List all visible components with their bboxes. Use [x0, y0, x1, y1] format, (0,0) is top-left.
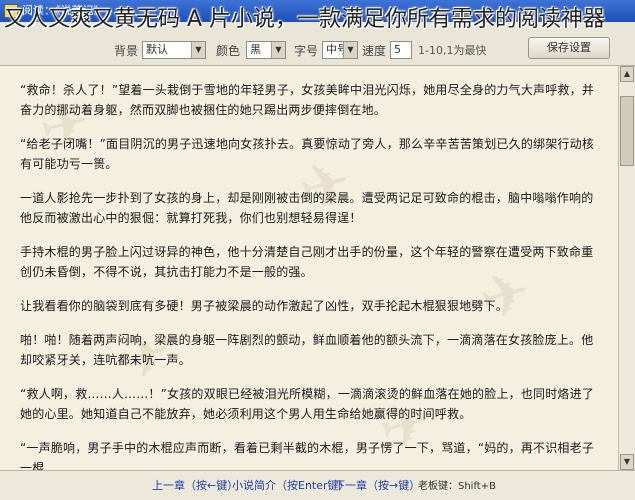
save-settings-button[interactable]: 保存设置 — [528, 37, 610, 59]
reading-area[interactable]: ✈ ✈ ✈ ✈ ✈ “救命！杀人了！”望着一头栽倒于雪地的年轻男子，女孩美眸中泪… — [0, 66, 618, 470]
background-select[interactable]: 默认 ▼ — [142, 41, 206, 59]
next-chapter-link[interactable]: 下一章（按→键） — [334, 477, 420, 493]
prev-chapter-link[interactable]: 上一章（按←键） — [152, 477, 238, 493]
status-bar: 上一章（按←键） 小说简介（按Enter键） 下一章（按→键） 老板键：Shif… — [0, 470, 635, 500]
color-label: 颜色 — [216, 44, 241, 58]
triangle-up-icon[interactable]: ▲ — [620, 66, 634, 82]
scroll-thumb[interactable] — [620, 96, 634, 166]
toc-link[interactable]: 小说简介（按Enter键） — [232, 477, 350, 493]
color-select[interactable]: 黑 ▼ — [246, 41, 286, 59]
color-value: 黑 — [250, 43, 261, 56]
triangle-down-icon[interactable]: ▼ — [620, 454, 634, 470]
paragraph: “给老子闭嘴！”面目阴沉的男子迅速地向女孩扑去。真要惊动了旁人，那么辛辛苦苦策划… — [20, 137, 595, 171]
speed-input[interactable]: 5 — [390, 41, 412, 59]
paragraph: 手持木棍的男子脸上闪过讶异的神色，他十分清楚自己刚才出手的份量，这个年轻的警察在… — [20, 245, 594, 279]
speed-hint: 1-10,1为最快 — [418, 44, 487, 57]
speed-value: 5 — [394, 43, 401, 56]
paragraph: 啪！啪！随着两声闷响，梁晨的身躯一阵剧烈的颤动，鲜血顺着他的额头流下，一滴滴落在… — [20, 333, 594, 367]
paragraph: 让我看看你的脑袋到底有多硬！男子被梁晨的动作激起了凶性，双手抡起木棍狠狠地劈下。 — [20, 299, 509, 313]
paragraph: 一道人影抢先一步扑到了女孩的身上，却是刚刚被击倒的梁晨。遭受两记足可致命的棍击，… — [20, 191, 594, 225]
chevron-down-icon[interactable]: ▼ — [191, 42, 205, 58]
boss-key-hint: 老板键：Shift+B — [418, 481, 496, 492]
chevron-down-icon[interactable]: ▼ — [343, 42, 357, 58]
paragraph: “救命！杀人了！”望着一头栽倒于雪地的年轻男子，女孩美眸中泪光闪烁，她用尽全身的… — [20, 83, 595, 117]
background-label: 背景 — [114, 44, 139, 58]
paragraph: “一声脆响，男子手中的木棍应声而断，看着已剩半截的木棍，男子愣了一下，骂道，“妈… — [20, 441, 595, 470]
vertical-scrollbar[interactable]: ▲ ▼ — [618, 66, 635, 470]
font-size-select[interactable]: 中号 ▼ — [322, 41, 358, 59]
speed-label: 速度 — [362, 44, 387, 58]
chevron-down-icon[interactable]: ▼ — [271, 42, 285, 58]
page-title: 又人又爽又黄无码 A 片小说，一款满足你所有需求的阅读神器 — [4, 7, 606, 32]
paragraph: “救人啊，救……人……！”女孩的双眼已经被泪光所模糊，一滴滴滚烫的鲜血落在她的脸… — [20, 387, 595, 421]
font-size-label: 字号 — [294, 44, 319, 58]
background-value: 默认 — [146, 43, 168, 56]
